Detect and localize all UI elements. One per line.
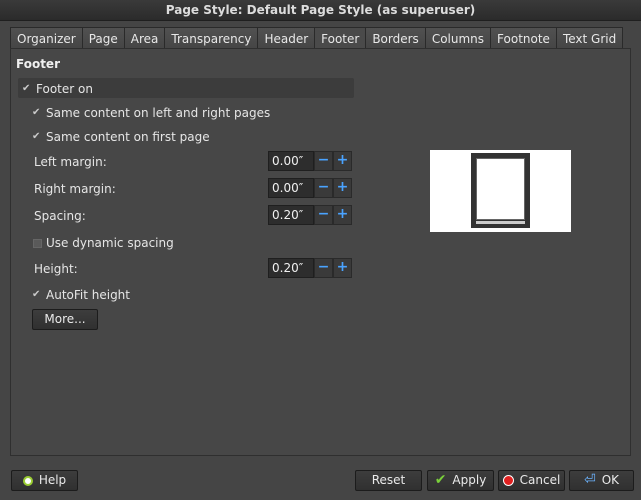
height-field[interactable]: 0.20″: [268, 258, 314, 278]
dynamic-spacing-label: Use dynamic spacing: [46, 236, 174, 250]
section-title: Footer: [16, 57, 60, 71]
cancel-button[interactable]: Cancel: [498, 470, 565, 491]
minus-button[interactable]: −: [314, 151, 333, 171]
left-margin-label: Left margin:: [34, 155, 107, 169]
minus-button[interactable]: −: [314, 258, 333, 278]
tab-text-grid[interactable]: Text Grid: [555, 27, 624, 49]
minus-button[interactable]: −: [314, 178, 333, 198]
height-spinner: 0.20″ − +: [268, 258, 352, 278]
checkbox-box-icon: [33, 238, 42, 248]
autofit-label: AutoFit height: [46, 288, 130, 302]
plus-button[interactable]: +: [333, 178, 352, 198]
preview-footer: [476, 221, 525, 224]
right-margin-field[interactable]: 0.00″: [268, 178, 314, 198]
help-button[interactable]: Help: [11, 470, 78, 491]
left-margin-spinner: 0.00″ − +: [268, 151, 352, 171]
help-label: Help: [38, 473, 67, 487]
footer-on-label: Footer on: [36, 82, 93, 96]
ok-button[interactable]: ⏎ OK: [569, 470, 634, 491]
height-label: Height:: [34, 262, 78, 276]
spacing-spinner: 0.20″ − +: [268, 205, 352, 225]
checkmark-icon: [32, 290, 42, 300]
checkmark-icon: [32, 132, 42, 142]
tab-transparency[interactable]: Transparency: [164, 27, 259, 49]
page-preview: [430, 150, 571, 232]
reset-button[interactable]: Reset: [355, 470, 422, 491]
apply-button[interactable]: ✔ Apply: [427, 470, 494, 491]
plus-button[interactable]: +: [333, 205, 352, 225]
ok-label: OK: [601, 473, 620, 487]
preview-page: [476, 158, 525, 220]
left-margin-field[interactable]: 0.00″: [268, 151, 314, 171]
right-margin-label: Right margin:: [34, 182, 116, 196]
apply-label: Apply: [452, 473, 487, 487]
more-button[interactable]: More...: [32, 309, 98, 330]
tab-footnote[interactable]: Footnote: [490, 27, 557, 49]
plus-button[interactable]: +: [333, 258, 352, 278]
cancel-icon: [502, 475, 514, 486]
tab-page[interactable]: Page: [81, 27, 125, 49]
tab-columns[interactable]: Columns: [424, 27, 492, 49]
autofit-checkbox[interactable]: AutoFit height: [32, 288, 130, 302]
checkmark-icon: ✔: [434, 472, 447, 488]
minus-button[interactable]: −: [314, 205, 333, 225]
right-margin-spinner: 0.00″ − +: [268, 178, 352, 198]
same-first-label: Same content on first page: [46, 130, 210, 144]
tab-footer[interactable]: Footer: [314, 27, 367, 50]
tab-header[interactable]: Header: [257, 27, 316, 49]
same-lr-label: Same content on left and right pages: [46, 106, 271, 120]
same-first-checkbox[interactable]: Same content on first page: [32, 130, 210, 144]
tab-bar: Organizer Page Area Transparency Header …: [10, 27, 624, 50]
enter-icon: ⏎: [583, 472, 596, 488]
footer-on-checkbox[interactable]: Footer on: [22, 82, 93, 96]
tab-organizer[interactable]: Organizer: [10, 27, 83, 49]
same-lr-checkbox[interactable]: Same content on left and right pages: [32, 106, 271, 120]
tab-area[interactable]: Area: [123, 27, 166, 49]
spacing-label: Spacing:: [34, 209, 86, 223]
help-icon: [22, 475, 33, 486]
plus-button[interactable]: +: [333, 151, 352, 171]
checkmark-icon: [22, 84, 32, 94]
checkmark-icon: [32, 108, 42, 118]
window-title: Page Style: Default Page Style (as super…: [0, 0, 641, 21]
spacing-field[interactable]: 0.20″: [268, 205, 314, 225]
dynamic-spacing-checkbox[interactable]: Use dynamic spacing: [33, 236, 174, 250]
tab-borders[interactable]: Borders: [365, 27, 426, 49]
cancel-label: Cancel: [519, 473, 561, 487]
